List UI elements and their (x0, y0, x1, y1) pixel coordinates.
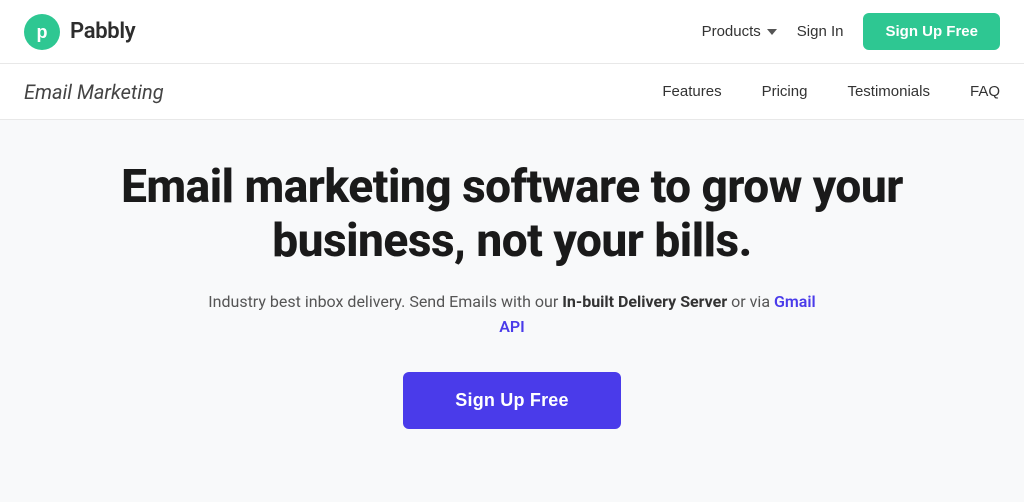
email-marketing-title: Email Marketing (24, 80, 164, 104)
signup-top-button[interactable]: Sign Up Free (863, 13, 1000, 50)
hero-subtext-prefix: Industry best inbox delivery. Send Email… (208, 292, 562, 311)
hero-headline: Email marketing software to grow your bu… (102, 160, 922, 269)
signin-button[interactable]: Sign In (797, 23, 844, 40)
pricing-link[interactable]: Pricing (762, 83, 808, 100)
logo-text: Pabbly (70, 19, 135, 44)
faq-link[interactable]: FAQ (970, 83, 1000, 100)
signup-hero-button[interactable]: Sign Up Free (403, 372, 620, 429)
pabbly-logo-icon: p (24, 14, 60, 50)
testimonials-link[interactable]: Testimonials (847, 83, 930, 100)
hero-section: Email marketing software to grow your bu… (0, 120, 1024, 459)
svg-text:p: p (37, 22, 48, 42)
products-label: Products (702, 23, 761, 40)
hero-subtext: Industry best inbox delivery. Send Email… (202, 289, 822, 340)
features-link[interactable]: Features (662, 83, 721, 100)
sub-nav-links: Features Pricing Testimonials FAQ (662, 83, 1000, 100)
top-nav-right: Products Sign In Sign Up Free (702, 13, 1000, 50)
top-navigation: p Pabbly Products Sign In Sign Up Free (0, 0, 1024, 64)
chevron-down-icon (767, 29, 777, 35)
logo-area[interactable]: p Pabbly (24, 14, 135, 50)
hero-subtext-middle: or via (727, 292, 774, 311)
products-button[interactable]: Products (702, 23, 777, 40)
sub-navigation: Email Marketing Features Pricing Testimo… (0, 64, 1024, 120)
hero-subtext-bold: In-built Delivery Server (562, 292, 727, 311)
